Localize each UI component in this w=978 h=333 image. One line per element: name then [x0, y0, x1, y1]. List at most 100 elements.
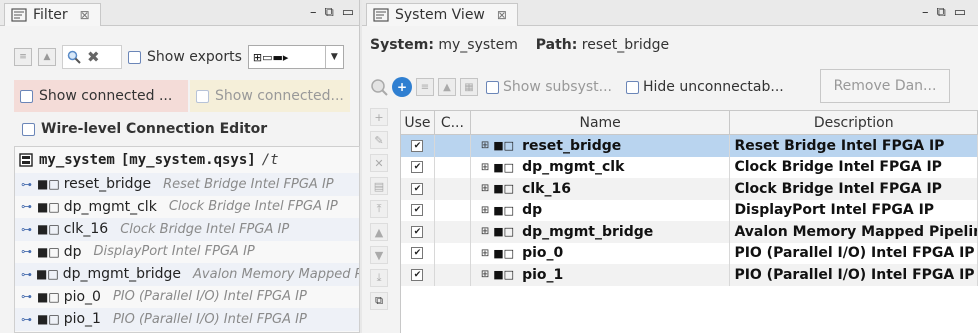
- connection-pin-icon: ⊶: [21, 222, 32, 236]
- remove-dangling-button[interactable]: Remove Dan...: [820, 69, 950, 103]
- system-path-line: System: my_system Path: reset_bridge: [370, 37, 669, 53]
- zoom-in-icon[interactable]: +: [392, 77, 412, 97]
- use-checkbox[interactable]: ✔: [411, 247, 424, 260]
- wire-level-option[interactable]: Wire-level Connection Editor: [22, 121, 267, 137]
- filter-type-select[interactable]: ⊞▭▬▸ ▼: [247, 45, 344, 69]
- collapse-all-icon[interactable]: ≡: [416, 78, 434, 96]
- move-up-icon[interactable]: ▲: [370, 223, 388, 241]
- column-header-connections[interactable]: C...: [435, 111, 471, 134]
- tree-item-name: pio_1: [63, 311, 101, 328]
- restore-icon[interactable]: ⧉: [325, 5, 334, 20]
- tree-item[interactable]: ⊶ ■□ reset_bridge Reset Bridge Intel FPGA…: [15, 173, 359, 196]
- tree-item[interactable]: ⊶ ■□ dp DisplayPort Intel FPGA IP: [15, 241, 359, 264]
- table-row[interactable]: ✔ ⊞ ■□ clk_16 Clock Bridge Intel FPGA IP: [401, 178, 978, 200]
- component-table: Use C... Name Description ✔ ⊞ ■□ reset_bri…: [400, 110, 978, 333]
- table-header: Use C... Name Description: [401, 111, 978, 135]
- close-icon[interactable]: ⊠: [80, 8, 90, 22]
- table-row[interactable]: ✔ ⊞ ■□ reset_bridge Reset Bridge Intel FPG…: [401, 135, 978, 157]
- tree-item[interactable]: ⊶ ■□ pio_1 PIO (Parallel I/O) Intel FPGA …: [15, 308, 359, 331]
- path-label: Path:: [535, 37, 578, 53]
- up-icon[interactable]: ▲: [38, 48, 56, 66]
- use-checkbox[interactable]: ✔: [411, 225, 424, 238]
- show-connected-option-2[interactable]: Show connected...: [190, 80, 350, 112]
- show-subsystems-checkbox[interactable]: [486, 80, 499, 94]
- show-exports-checkbox[interactable]: [128, 50, 141, 64]
- minimize-icon[interactable]: –: [922, 5, 929, 20]
- show-connected-checkbox-1[interactable]: [20, 89, 33, 103]
- edit-icon[interactable]: ✎: [370, 131, 388, 149]
- expand-icon[interactable]: ⊞: [481, 248, 489, 259]
- connections-cell: [435, 178, 471, 200]
- expand-icon[interactable]: ⊞: [481, 162, 489, 173]
- properties-icon[interactable]: ▤: [370, 177, 388, 195]
- name-cell: ⊞ ■□ dp: [471, 199, 731, 221]
- table-row[interactable]: ✔ ⊞ ■□ dp DisplayPort Intel FPGA IP: [401, 199, 978, 221]
- hierarchy-tree: my_system [my_system.qsys] /t ⊶ ■□ reset_…: [14, 146, 360, 333]
- use-checkbox[interactable]: ✔: [411, 182, 424, 195]
- column-header-name[interactable]: Name: [471, 111, 731, 134]
- filter-toolbar: ≡ ▲ ✖ Show exports ⊞▭▬▸ ▼: [14, 42, 344, 72]
- system-view-tab[interactable]: System View ⊠: [366, 3, 518, 26]
- zoom-out-icon[interactable]: [370, 78, 388, 96]
- component-description: Clock Bridge Intel FPGA IP: [730, 178, 978, 200]
- restore-icon[interactable]: ⧉: [937, 5, 946, 20]
- tree-item-desc: Clock Bridge Intel FPGA IP: [168, 199, 338, 215]
- hide-unconnectable-checkbox[interactable]: [626, 80, 639, 94]
- collapse-icon[interactable]: ≡: [14, 48, 32, 66]
- table-row[interactable]: ✔ ⊞ ■□ dp_mgmt_clk Clock Bridge Intel FPGA…: [401, 156, 978, 178]
- copy-icon[interactable]: ⧉: [370, 292, 388, 310]
- name-cell: ⊞ ■□ clk_16: [471, 178, 731, 200]
- move-up-icon[interactable]: ▲: [438, 78, 456, 96]
- search-icon[interactable]: [67, 50, 81, 64]
- filter-window-controls: – ⧉ ▭: [310, 5, 354, 20]
- use-checkbox[interactable]: ✔: [411, 139, 424, 152]
- tree-item[interactable]: ⊶ ■□ clk_16 Clock Bridge Intel FPGA IP: [15, 218, 359, 241]
- add-icon[interactable]: +: [370, 108, 388, 126]
- system-value: my_system: [438, 37, 518, 53]
- tree-root[interactable]: my_system [my_system.qsys] /t: [15, 147, 359, 173]
- system-view-icon: [373, 8, 389, 22]
- maximize-icon[interactable]: ▭: [342, 5, 354, 20]
- use-checkbox[interactable]: ✔: [411, 204, 424, 217]
- filter-icon[interactable]: ▦: [460, 78, 478, 96]
- plug-icon: ■□: [493, 182, 515, 196]
- expand-icon[interactable]: ⊞: [481, 140, 489, 151]
- move-top-icon[interactable]: ⤒: [370, 200, 388, 218]
- expand-icon[interactable]: ⊞: [481, 269, 489, 280]
- expand-icon[interactable]: ⊞: [481, 226, 489, 237]
- table-row[interactable]: ✔ ⊞ ■□ pio_0 PIO (Parallel I/O) Intel FPGA…: [401, 242, 978, 264]
- show-exports-label: Show exports: [147, 49, 242, 65]
- move-down-icon[interactable]: ▼: [370, 246, 388, 264]
- system-view-window-controls: – ⧉ ▭: [922, 5, 966, 20]
- tree-item-name: reset_bridge: [63, 176, 152, 193]
- show-connected-checkbox-2[interactable]: [196, 89, 209, 103]
- expand-icon[interactable]: ⊞: [481, 205, 489, 216]
- close-icon[interactable]: ⊠: [497, 8, 507, 22]
- expand-icon[interactable]: ⊞: [481, 183, 489, 194]
- remove-icon[interactable]: ✕: [370, 154, 388, 172]
- table-row[interactable]: ✔ ⊞ ■□ pio_1 PIO (Parallel I/O) Intel FPGA…: [401, 264, 978, 286]
- tree-item[interactable]: ⊶ ■□ pio_0 PIO (Parallel I/O) Intel FPGA …: [15, 286, 359, 309]
- maximize-icon[interactable]: ▭: [954, 5, 966, 20]
- show-connected-option-1[interactable]: Show connected ...: [14, 80, 188, 112]
- column-header-use[interactable]: Use: [401, 111, 435, 134]
- tree-item-desc: Clock Bridge Intel FPGA IP: [120, 221, 290, 237]
- filter-tab[interactable]: Filter ⊠: [4, 3, 101, 26]
- table-row[interactable]: ✔ ⊞ ■□ dp_mgmt_bridge Avalon Memory Mapped…: [401, 221, 978, 243]
- tree-item[interactable]: ⊶ ■□ dp_mgmt_bridge Avalon Memory Mapped …: [15, 263, 359, 286]
- plug-icon: ■□: [36, 267, 59, 282]
- chevron-down-icon[interactable]: ▼: [324, 46, 343, 68]
- minimize-icon[interactable]: –: [310, 5, 317, 20]
- component-description: PIO (Parallel I/O) Intel FPGA IP: [730, 264, 978, 286]
- name-cell: ⊞ ■□ dp_mgmt_bridge: [471, 221, 731, 243]
- use-checkbox[interactable]: ✔: [411, 161, 424, 174]
- search-box[interactable]: ✖: [62, 45, 122, 69]
- use-checkbox[interactable]: ✔: [411, 268, 424, 281]
- clear-search-icon[interactable]: ✖: [87, 48, 100, 66]
- plug-icon: ■□: [37, 244, 60, 259]
- column-header-description[interactable]: Description: [730, 111, 978, 134]
- move-bottom-icon[interactable]: ⤓: [370, 269, 388, 287]
- system-view-panel: System View ⊠ – ⧉ ▭ System: my_system Pa…: [362, 0, 978, 333]
- wire-level-checkbox[interactable]: [22, 122, 35, 136]
- tree-item[interactable]: ⊶ ■□ dp_mgmt_clk Clock Bridge Intel FPGA …: [15, 196, 359, 219]
